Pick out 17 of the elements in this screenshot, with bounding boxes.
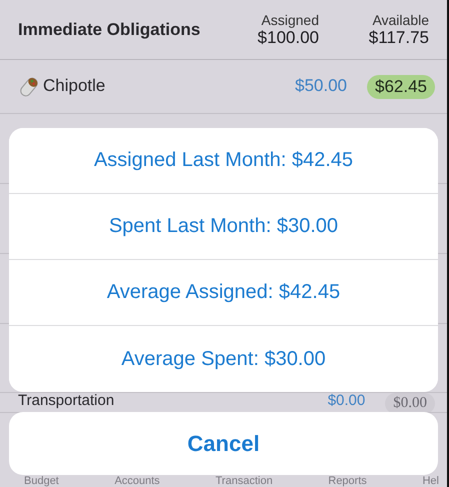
tab-label[interactable]: Accounts (114, 475, 160, 487)
tab-label[interactable]: Budget (24, 475, 59, 487)
category-name: Chipotle (43, 77, 106, 96)
available-pill: $62.45 (367, 74, 435, 98)
action-option[interactable]: Assigned Last Month: $42.45 (9, 128, 438, 194)
group-total: $117.75 (368, 28, 429, 48)
category-name: Transportation (18, 393, 116, 410)
group-name: Immediate Obligations (18, 20, 202, 40)
column-label: Available (372, 12, 429, 28)
tab-label[interactable]: Reports (328, 475, 367, 487)
assigned-amount[interactable]: $0.00 (255, 393, 374, 410)
assigned-amount[interactable]: $50.00 (237, 77, 355, 96)
available-pill: $0.00 (385, 393, 435, 414)
tab-label[interactable]: Hel (422, 475, 439, 487)
group-total: $100.00 (258, 28, 319, 48)
tab-label[interactable]: Transaction (216, 475, 273, 487)
column-label: Assigned (261, 12, 319, 28)
